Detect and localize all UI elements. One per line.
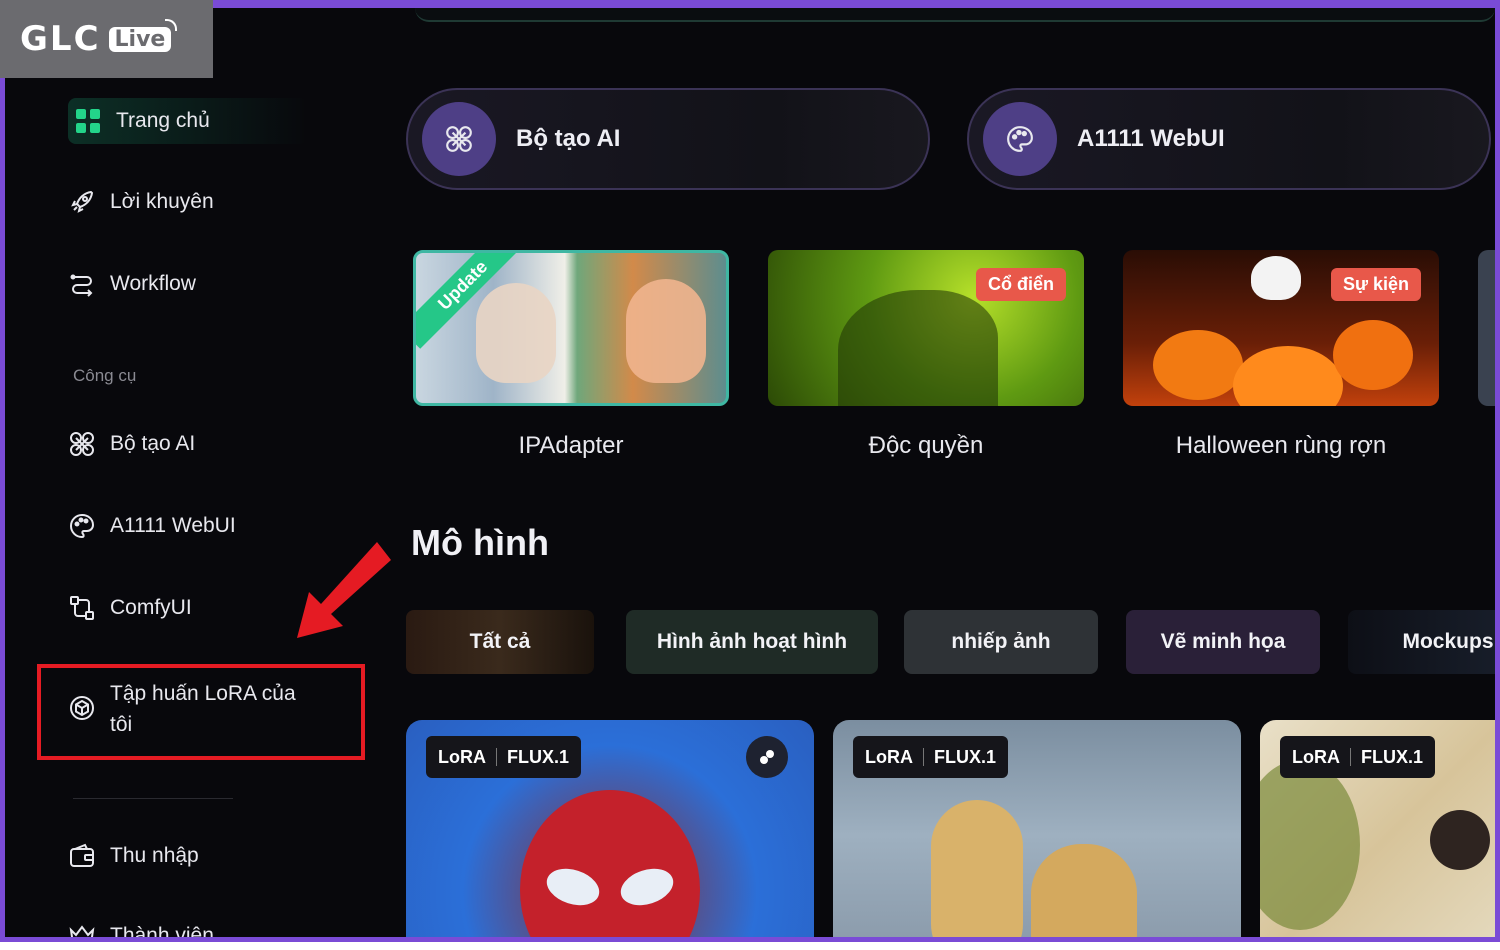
top-bar-edge: [415, 8, 1495, 22]
sidebar-item-label: ComfyUI: [110, 596, 192, 619]
workflow-icon: [68, 270, 96, 298]
generator-icon: [68, 430, 96, 458]
comfyui-icon: [68, 594, 96, 622]
skull-image: [1251, 256, 1301, 300]
card-ipadapter[interactable]: Update: [413, 250, 729, 406]
peanut-image: [1031, 844, 1137, 937]
remix-icon[interactable]: [746, 736, 788, 778]
feature-label: A1111 WebUI: [1077, 125, 1225, 152]
portrait-image: [476, 283, 556, 383]
highlight-box: [37, 664, 365, 760]
character-image: [1430, 810, 1490, 870]
sidebar-divider: [73, 798, 233, 799]
red-arrow-icon: [297, 542, 391, 638]
model-card[interactable]: LoRA FLUX.1: [406, 720, 814, 937]
sidebar-item-label: Lời khuyên: [110, 190, 214, 213]
sidebar-item-a1111[interactable]: A1111 WebUI: [68, 512, 236, 540]
sidebar-item-label: Workflow: [110, 272, 196, 295]
pumpkin-image: [1333, 320, 1413, 390]
leaves-image: [1260, 760, 1360, 930]
model-badge: LoRA FLUX.1: [853, 736, 1009, 778]
filter-chip-mockups[interactable]: Mockups: [1348, 610, 1495, 674]
feature-ai-generator[interactable]: Bộ tạo AI: [406, 88, 930, 190]
section-label-tools: Công cụ: [73, 366, 137, 385]
section-title-models: Mô hình: [411, 522, 549, 563]
logo-text: GLC: [20, 19, 101, 59]
category-tag: Cổ điển: [976, 268, 1066, 301]
app-window: Trang chủ Lời khuyên Workflow Công cụ Bộ…: [0, 0, 1500, 942]
filter-chip-illustration[interactable]: Vẽ minh họa: [1126, 610, 1320, 674]
model-badge: LoRA FLUX.1: [426, 736, 582, 778]
palette-icon: [983, 102, 1057, 176]
sidebar-item-home[interactable]: Trang chủ: [68, 98, 308, 144]
rocket-icon: [68, 188, 96, 216]
category-tag: Sự kiện: [1330, 268, 1421, 301]
watermark-logo: GLC Live: [0, 0, 213, 78]
sidebar-item-label: Trang chủ: [116, 109, 210, 132]
pumpkin-image: [1233, 346, 1343, 406]
wallet-icon: [68, 842, 96, 870]
filter-chip-photography[interactable]: nhiếp ảnh: [904, 610, 1098, 674]
sidebar-item-label: Thành viên: [110, 924, 214, 942]
feature-label: Bộ tạo AI: [516, 125, 621, 152]
model-card[interactable]: LoRA FLUX.1: [1260, 720, 1495, 937]
portrait-image: [626, 279, 706, 383]
mask-image: [520, 790, 700, 937]
filter-chip-cartoon[interactable]: Hình ảnh hoạt hình: [626, 610, 878, 674]
peanut-image: [931, 800, 1023, 937]
sidebar-item-label: Bộ tạo AI: [110, 432, 196, 455]
sidebar-item-comfyui[interactable]: ComfyUI: [68, 594, 192, 622]
generator-icon: [422, 102, 496, 176]
sidebar: Trang chủ Lời khuyên Workflow Công cụ Bộ…: [10, 16, 370, 942]
feature-a1111[interactable]: A1111 WebUI: [967, 88, 1491, 190]
model-badge: LoRA FLUX.1: [1280, 736, 1436, 778]
sidebar-item-membership[interactable]: Thành viên: [68, 922, 214, 942]
card-exclusive[interactable]: Cổ điển: [768, 250, 1084, 406]
card-title: Halloween rùng rợn: [1175, 432, 1387, 459]
sidebar-item-label: Thu nhập: [110, 844, 199, 867]
pumpkin-image: [1153, 330, 1243, 400]
figure-silhouette: [838, 290, 998, 406]
palette-icon: [68, 512, 96, 540]
sidebar-item-workflow[interactable]: Workflow: [68, 270, 196, 298]
filter-chip-all[interactable]: Tất cả: [406, 610, 594, 674]
sidebar-item-tips[interactable]: Lời khuyên: [68, 188, 214, 216]
model-card[interactable]: LoRA FLUX.1: [833, 720, 1241, 937]
card-title: Độc quyền: [868, 432, 984, 459]
crown-icon: [68, 922, 96, 937]
card-partial[interactable]: [1478, 250, 1495, 406]
card-halloween[interactable]: Sự kiện: [1123, 250, 1439, 406]
sidebar-item-income[interactable]: Thu nhập: [68, 842, 199, 870]
logo-live-badge: Live: [108, 18, 178, 52]
sidebar-item-ai-generator[interactable]: Bộ tạo AI: [68, 430, 195, 458]
sidebar-item-label: A1111 WebUI: [110, 514, 236, 537]
card-title: IPAdapter: [518, 432, 624, 459]
grid-icon: [74, 107, 102, 135]
